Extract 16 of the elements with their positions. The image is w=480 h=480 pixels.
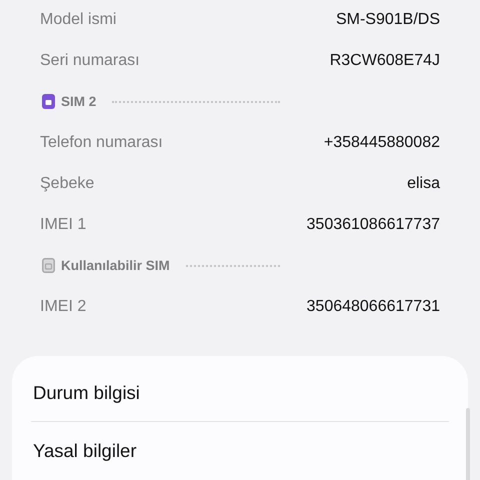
info-label: IMEI 2 [40, 298, 86, 316]
info-label: IMEI 1 [40, 216, 86, 234]
info-value: 350361086617737 [306, 216, 440, 234]
info-value: elisa [407, 174, 440, 192]
section-header: SIM 2 [61, 94, 96, 109]
info-value: R3CW608E74J [330, 52, 440, 70]
info-label: Model ismi [40, 10, 116, 28]
info-label: Seri numarası [40, 52, 140, 70]
info-value: 350648066617731 [306, 298, 440, 316]
info-value: SM-S901B/DS [336, 10, 440, 28]
menu-item[interactable]: Durum bilgisi [32, 364, 448, 421]
section-header: Kullanılabilir SIM [61, 258, 170, 273]
info-label: Şebeke [40, 174, 94, 192]
info-value: +358445880082 [324, 134, 440, 152]
info-label: Telefon numarası [40, 134, 163, 152]
menu-item[interactable]: Yasal bilgiler [32, 422, 448, 479]
